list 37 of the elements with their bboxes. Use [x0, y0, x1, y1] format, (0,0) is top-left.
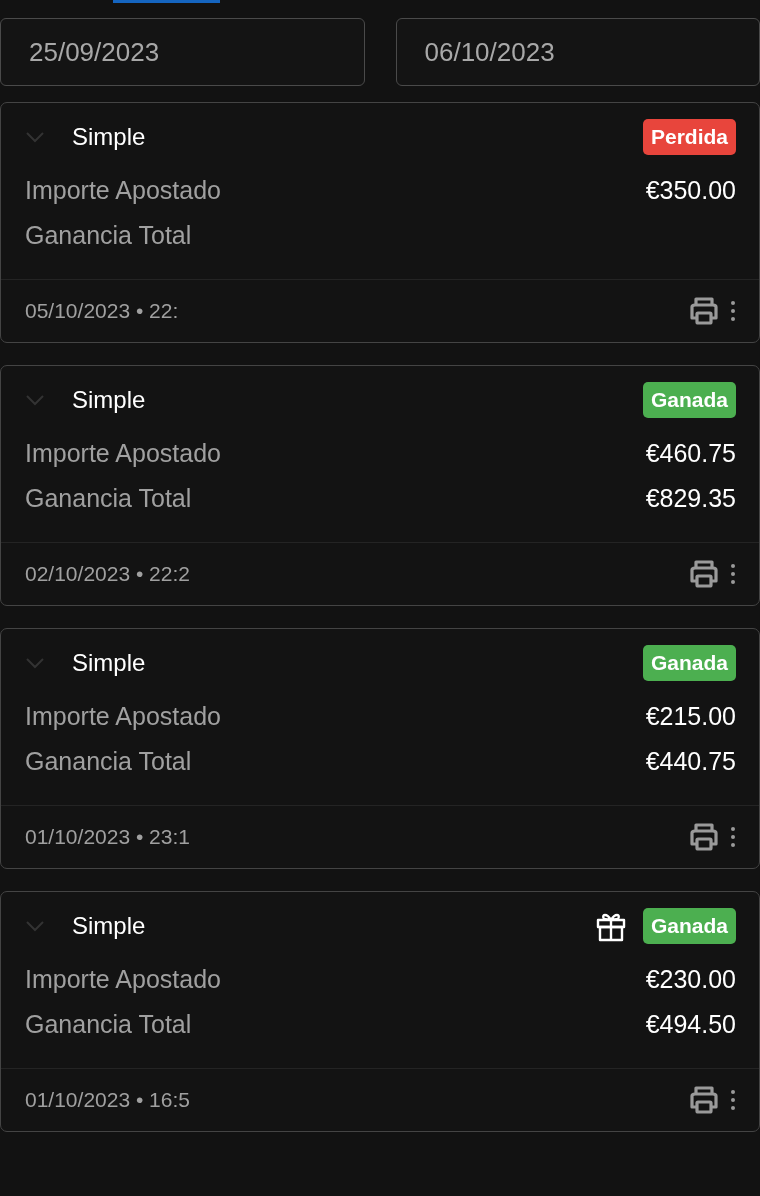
amount-value: €829.35 — [645, 483, 736, 513]
row-label: Importe Apostado — [25, 701, 221, 731]
amount-value: €230.00 — [645, 964, 736, 994]
row-label: Importe Apostado — [25, 175, 221, 205]
bet-datetime: 05/10/2023 • 22: — [25, 299, 179, 323]
date-field[interactable]: 25/09/2023 — [0, 18, 365, 86]
bet-type: Simple — [72, 649, 146, 677]
more-icon[interactable] — [730, 1089, 736, 1111]
row-label: Importe Apostado — [25, 438, 221, 468]
status-badge: Ganada — [642, 908, 736, 944]
row-label: Ganancia Total — [25, 746, 192, 776]
amount-value: €460.75 — [645, 438, 736, 468]
date-field[interactable]: 06/10/2023 — [395, 18, 760, 86]
bet-datetime: 01/10/2023 • 23:1 — [25, 825, 190, 849]
status-badge: Perdida — [642, 119, 736, 155]
more-icon[interactable] — [730, 563, 736, 585]
row-label: Ganancia Total — [25, 220, 192, 250]
amount-value: €350.00 — [645, 175, 736, 205]
status-badge: Ganada — [642, 382, 736, 418]
row-label: Ganancia Total — [25, 483, 192, 513]
amount-value: €215.00 — [645, 701, 736, 731]
printer-icon[interactable] — [688, 559, 720, 589]
bet-type: Simple — [72, 912, 146, 940]
bet-type: Simple — [72, 123, 146, 151]
more-icon[interactable] — [730, 300, 736, 322]
amount-value: €494.50 — [645, 1009, 736, 1039]
printer-icon[interactable] — [688, 296, 720, 326]
bet-datetime: 02/10/2023 • 22:2 — [25, 562, 190, 586]
row-label: Ganancia Total — [25, 1009, 192, 1039]
status-badge: Ganada — [642, 645, 736, 681]
amount-value: €440.75 — [645, 746, 736, 776]
row-label: Importe Apostado — [25, 964, 221, 994]
bet-type: Simple — [72, 386, 146, 414]
printer-icon[interactable] — [688, 822, 720, 852]
bet-datetime: 01/10/2023 • 16:5 — [25, 1088, 190, 1112]
printer-icon[interactable] — [688, 1085, 720, 1115]
more-icon[interactable] — [730, 826, 736, 848]
